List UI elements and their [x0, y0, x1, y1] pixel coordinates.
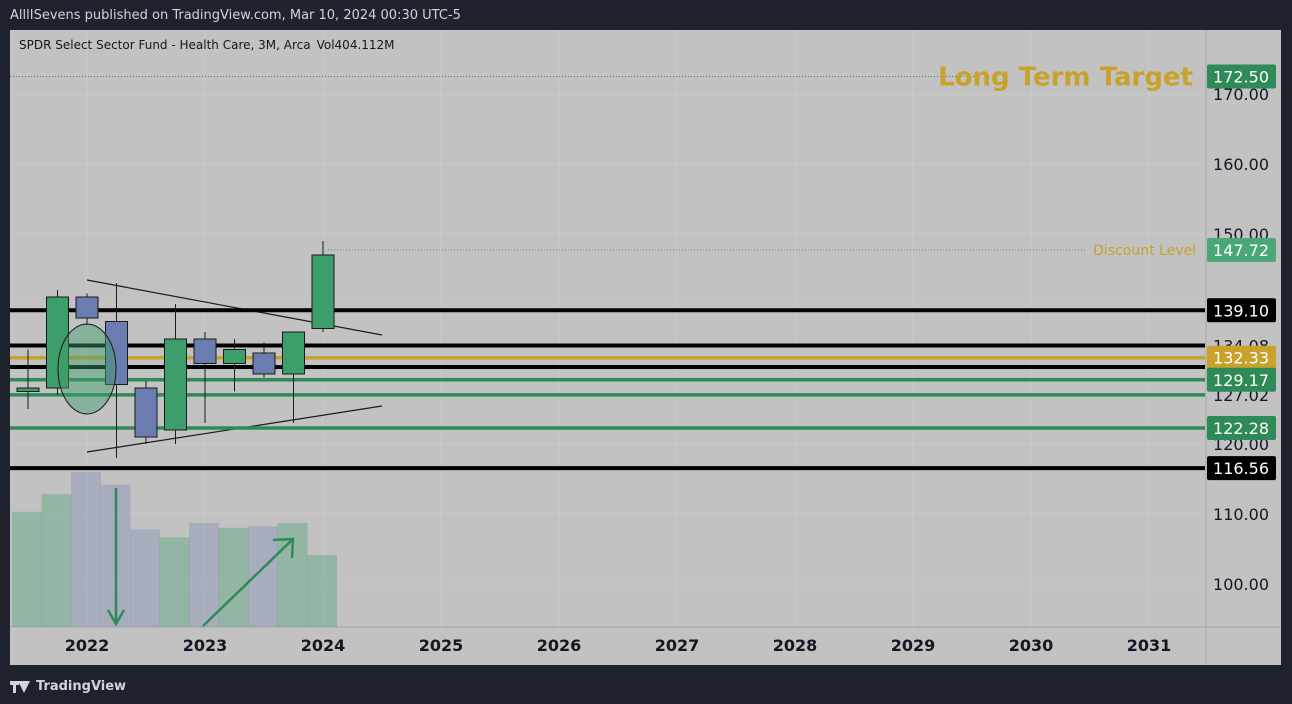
candle-body — [16, 387, 40, 392]
candle-body — [223, 349, 246, 364]
price-label-text: 172.50 — [1213, 68, 1269, 87]
volume-bar — [218, 527, 249, 627]
price-label-text: 139.10 — [1213, 301, 1269, 320]
candle-body — [282, 331, 305, 375]
time-tick-label: 2030 — [1009, 636, 1054, 655]
price-chart[interactable]: Long Term Target Discount Level 100.00 110.… — [0, 0, 1292, 704]
time-tick-label: 2023 — [183, 636, 228, 655]
tradingview-logo-icon — [10, 680, 30, 693]
long-term-target-label: Long Term Target — [938, 63, 1193, 93]
chart-legend: SPDR Select Sector Fund - Health Care, 3… — [19, 38, 401, 52]
candle-body — [164, 338, 187, 431]
price-tick-label: 100.00 — [1213, 575, 1269, 594]
volume-bar — [41, 494, 72, 627]
candle-body — [134, 387, 158, 438]
price-label-text: 116.56 — [1213, 459, 1269, 478]
candle-body — [311, 254, 335, 329]
time-tick-label: 2026 — [537, 636, 582, 655]
symbol-label: SPDR Select Sector Fund - Health Care, 3… — [19, 38, 311, 52]
trendline-upper — [86, 279, 383, 336]
volume-bar — [12, 511, 42, 627]
price-label-text: 122.28 — [1213, 419, 1269, 438]
time-tick-label: 2025 — [419, 636, 464, 655]
time-tick-label: 2022 — [65, 636, 110, 655]
footer: TradingView — [0, 668, 1292, 704]
discount-level-label: Discount Level — [1093, 243, 1196, 259]
time-tick-label: 2027 — [655, 636, 700, 655]
volume-label: Vol404.112M — [316, 38, 395, 52]
volume-bar — [159, 537, 190, 627]
candle-body — [75, 296, 99, 319]
candle-body — [193, 338, 217, 364]
price-label-text: 132.33 — [1213, 349, 1269, 368]
volume-bar — [130, 529, 160, 627]
time-tick-label: 2024 — [301, 636, 346, 655]
price-tick-label: 110.00 — [1213, 505, 1269, 524]
tradingview-logo[interactable]: TradingView — [10, 679, 126, 694]
time-tick-label: 2029 — [891, 636, 936, 655]
time-tick-label: 2028 — [773, 636, 818, 655]
volume-bar — [189, 523, 219, 627]
candle-body — [252, 352, 276, 375]
highlight-ellipse — [57, 323, 117, 415]
price-label-text: 129.17 — [1213, 371, 1269, 390]
time-tick-label: 2031 — [1127, 636, 1172, 655]
volume-bar — [71, 471, 101, 627]
price-label-text: 147.72 — [1213, 241, 1269, 260]
price-tick-label: 160.00 — [1213, 155, 1269, 174]
brand-name: TradingView — [36, 679, 127, 694]
volume-bar — [307, 555, 337, 627]
